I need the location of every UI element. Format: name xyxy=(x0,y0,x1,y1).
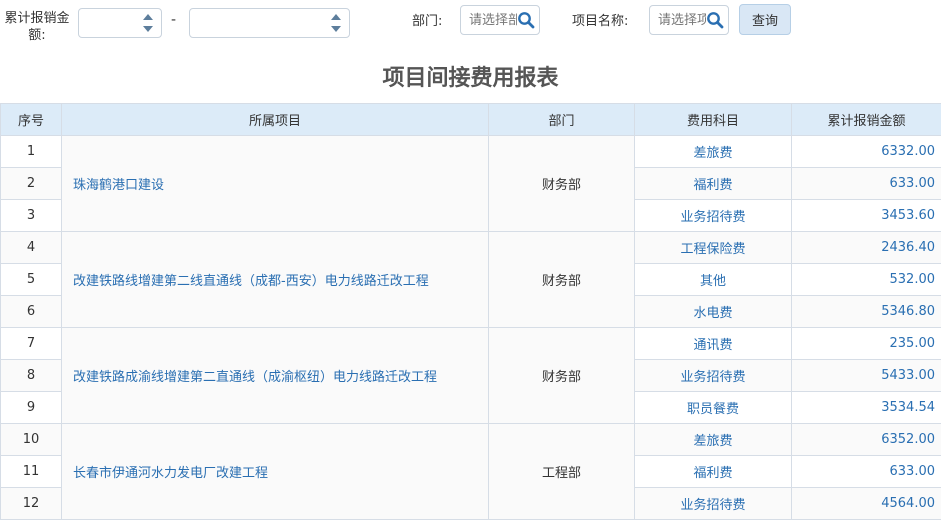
project-label: 项目名称: xyxy=(572,10,628,29)
subject-link[interactable]: 其他 xyxy=(635,264,792,296)
subject-link[interactable]: 差旅费 xyxy=(635,424,792,456)
amount-label: 累计报销金额: xyxy=(0,10,74,44)
department-cell: 财务部 xyxy=(489,328,635,424)
column-header-subject: 费用科目 xyxy=(635,104,792,136)
chevron-up-icon[interactable] xyxy=(143,14,153,20)
seq-cell: 5 xyxy=(1,264,62,296)
amount-cell: 5346.80 xyxy=(792,296,941,328)
seq-cell: 6 xyxy=(1,296,62,328)
column-header-seq: 序号 xyxy=(1,104,62,136)
subject-link[interactable]: 差旅费 xyxy=(635,136,792,168)
seq-cell: 1 xyxy=(1,136,62,168)
department-cell: 工程部 xyxy=(489,424,635,520)
project-input[interactable] xyxy=(650,6,706,34)
seq-cell: 8 xyxy=(1,360,62,392)
project-select[interactable] xyxy=(649,5,729,35)
amount-cell: 5433.00 xyxy=(792,360,941,392)
subject-link[interactable]: 福利费 xyxy=(635,456,792,488)
column-header-project: 所属项目 xyxy=(62,104,489,136)
subject-link[interactable]: 通讯费 xyxy=(635,328,792,360)
seq-cell: 12 xyxy=(1,488,62,520)
search-icon[interactable] xyxy=(706,11,724,29)
amount-min-input[interactable] xyxy=(79,9,145,37)
seq-cell: 3 xyxy=(1,200,62,232)
amount-cell: 6352.00 xyxy=(792,424,941,456)
dept-input[interactable] xyxy=(461,6,517,34)
seq-cell: 11 xyxy=(1,456,62,488)
dept-select[interactable] xyxy=(460,5,540,35)
subject-link[interactable]: 业务招待费 xyxy=(635,488,792,520)
amount-cell: 235.00 xyxy=(792,328,941,360)
subject-link[interactable]: 工程保险费 xyxy=(635,232,792,264)
amount-cell: 633.00 xyxy=(792,456,941,488)
project-link[interactable]: 改建铁路成渝线增建第二直通线（成渝枢纽）电力线路迁改工程 xyxy=(62,328,489,424)
subject-link[interactable]: 水电费 xyxy=(635,296,792,328)
subject-link[interactable]: 业务招待费 xyxy=(635,200,792,232)
table-row: 1 珠海鹤港口建设 财务部 差旅费 6332.00 xyxy=(1,136,941,168)
filter-bar: 累计报销金额: - 部门: 项目名称: 查询 xyxy=(0,0,941,50)
amount-max-spinner[interactable] xyxy=(189,8,350,38)
amount-cell: 3534.54 xyxy=(792,392,941,424)
table-row: 10 长春市伊通河水力发电厂改建工程 工程部 差旅费 6352.00 xyxy=(1,424,941,456)
range-separator: - xyxy=(171,12,176,28)
amount-cell: 633.00 xyxy=(792,168,941,200)
amount-cell: 2436.40 xyxy=(792,232,941,264)
seq-cell: 9 xyxy=(1,392,62,424)
amount-cell: 4564.00 xyxy=(792,488,941,520)
department-cell: 财务部 xyxy=(489,232,635,328)
subject-link[interactable]: 业务招待费 xyxy=(635,360,792,392)
report-table: 序号 所属项目 部门 费用科目 累计报销金额 1 珠海鹤港口建设 财务部 差旅费… xyxy=(0,103,941,520)
amount-cell: 6332.00 xyxy=(792,136,941,168)
search-icon[interactable] xyxy=(517,11,535,29)
amount-max-input[interactable] xyxy=(190,9,317,37)
column-header-department: 部门 xyxy=(489,104,635,136)
chevron-down-icon[interactable] xyxy=(143,26,153,32)
column-header-amount: 累计报销金额 xyxy=(792,104,941,136)
report-title: 项目间接费用报表 xyxy=(0,60,941,92)
amount-min-spinner[interactable] xyxy=(78,8,162,38)
spinner-arrows[interactable] xyxy=(143,14,153,34)
amount-cell: 3453.60 xyxy=(792,200,941,232)
seq-cell: 2 xyxy=(1,168,62,200)
chevron-up-icon[interactable] xyxy=(331,14,341,20)
subject-link[interactable]: 职员餐费 xyxy=(635,392,792,424)
amount-cell: 532.00 xyxy=(792,264,941,296)
department-cell: 财务部 xyxy=(489,136,635,232)
subject-link[interactable]: 福利费 xyxy=(635,168,792,200)
chevron-down-icon[interactable] xyxy=(331,26,341,32)
seq-cell: 7 xyxy=(1,328,62,360)
table-header-row: 序号 所属项目 部门 费用科目 累计报销金额 xyxy=(1,104,941,136)
spinner-arrows[interactable] xyxy=(331,14,341,34)
project-link[interactable]: 珠海鹤港口建设 xyxy=(62,136,489,232)
seq-cell: 4 xyxy=(1,232,62,264)
table-row: 4 改建铁路线增建第二线直通线（成都-西安）电力线路迁改工程 财务部 工程保险费… xyxy=(1,232,941,264)
dept-label: 部门: xyxy=(412,10,442,29)
project-link[interactable]: 改建铁路线增建第二线直通线（成都-西安）电力线路迁改工程 xyxy=(62,232,489,328)
seq-cell: 10 xyxy=(1,424,62,456)
query-button[interactable]: 查询 xyxy=(739,4,791,35)
table-row: 7 改建铁路成渝线增建第二直通线（成渝枢纽）电力线路迁改工程 财务部 通讯费 2… xyxy=(1,328,941,360)
project-link[interactable]: 长春市伊通河水力发电厂改建工程 xyxy=(62,424,489,520)
